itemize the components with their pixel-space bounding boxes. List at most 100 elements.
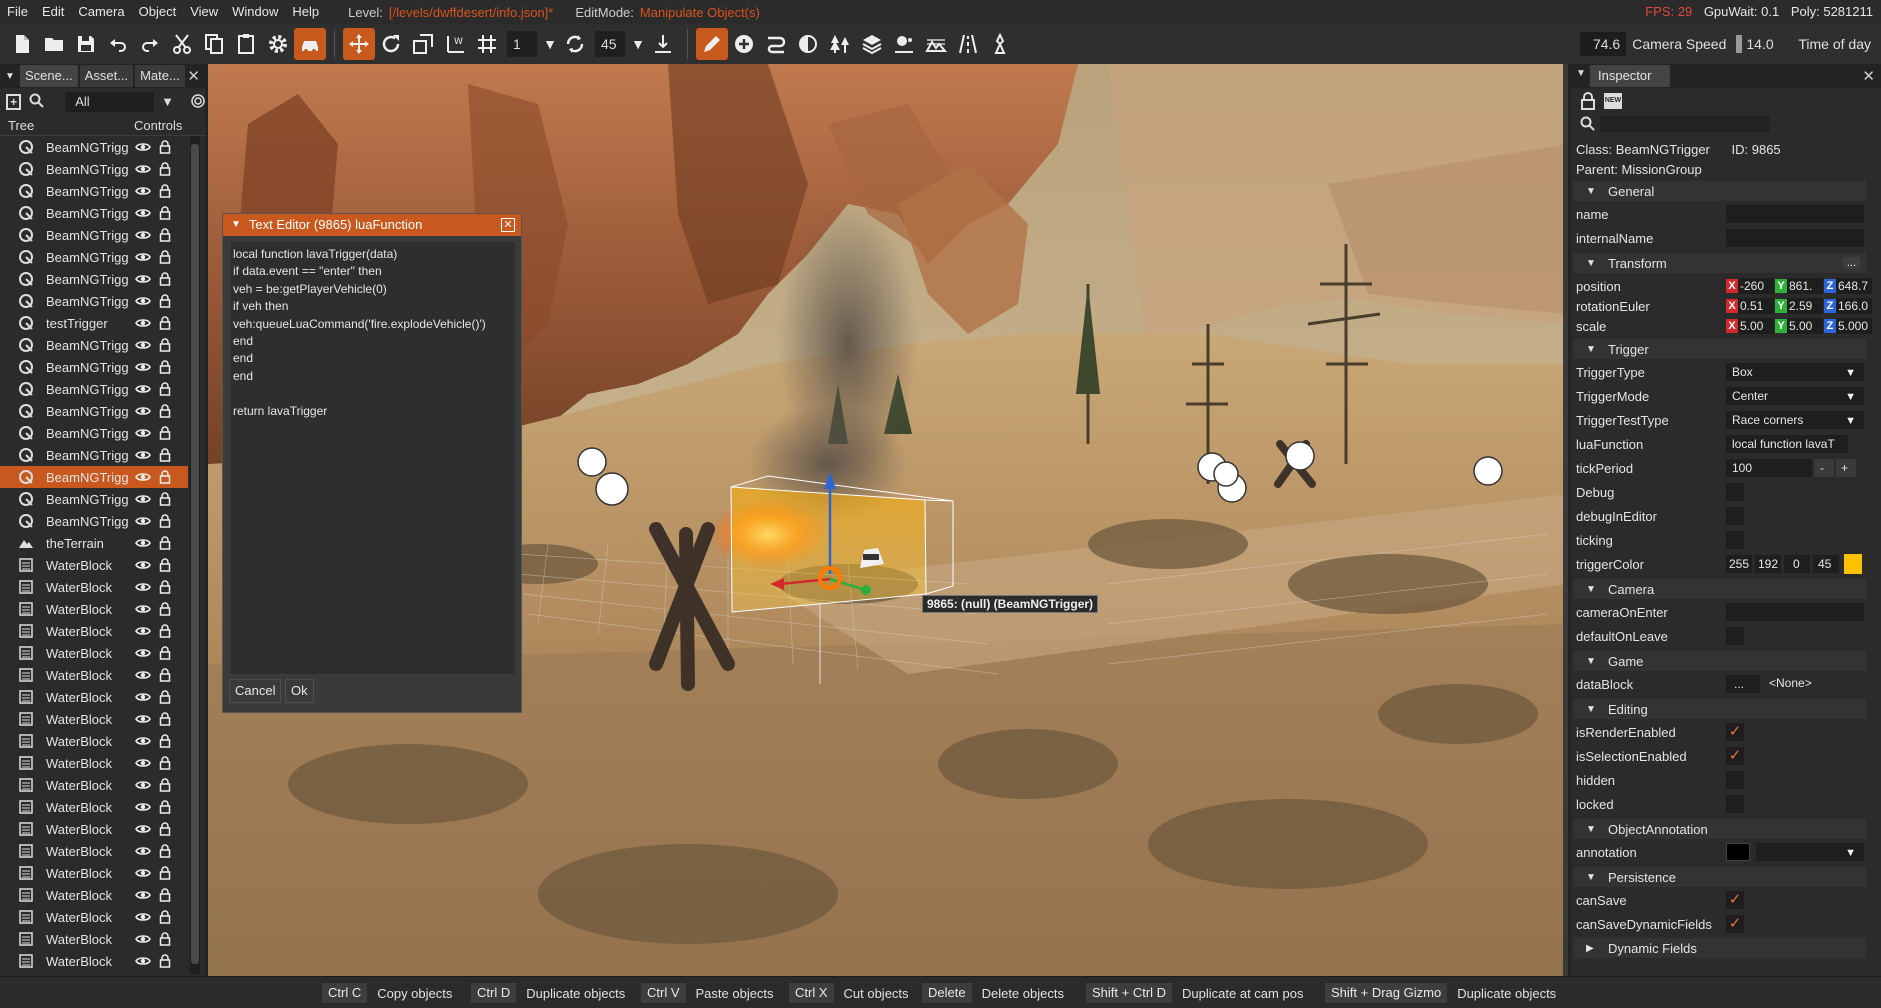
tab-scene[interactable]: Scene... (20, 65, 78, 87)
tree-row[interactable]: BeamNGTrigg (0, 202, 188, 224)
object-select-edit-icon[interactable] (696, 28, 728, 60)
triggermode-select[interactable]: Center ▼ (1726, 387, 1864, 405)
search-icon[interactable] (29, 93, 45, 112)
rotation-x-input[interactable]: 0.51 (1738, 298, 1774, 314)
text-editor-titlebar[interactable]: ▼ Text Editor (9865) luaFunction ✕ (223, 214, 521, 236)
visibility-eye-icon[interactable] (132, 625, 154, 637)
lock-icon[interactable] (154, 602, 176, 616)
tree-row[interactable]: WaterBlock (0, 598, 188, 620)
snap-value-field[interactable]: 1 (507, 31, 537, 57)
add-object-icon[interactable] (728, 28, 760, 60)
panel-collapse-icon[interactable]: ▼ (0, 71, 20, 82)
menu-object[interactable]: Object (132, 0, 184, 24)
save-icon[interactable] (70, 28, 102, 60)
lock-icon[interactable] (154, 140, 176, 154)
menu-help[interactable]: Help (285, 0, 326, 24)
lock-icon[interactable] (154, 888, 176, 902)
tree-row[interactable]: BeamNGTrigg (0, 136, 188, 158)
menu-window[interactable]: Window (225, 0, 285, 24)
tree-row[interactable]: BeamNGTrigg (0, 422, 188, 444)
filter-select[interactable]: All ▼ (65, 92, 174, 112)
internalname-input[interactable] (1726, 229, 1864, 247)
tree-row[interactable]: WaterBlock (0, 818, 188, 840)
cansave-checkbox[interactable]: ✓ (1726, 891, 1744, 909)
lock-icon[interactable] (154, 580, 176, 594)
debugineditor-checkbox[interactable] (1726, 507, 1744, 525)
terrain-editor-icon[interactable] (920, 28, 952, 60)
lock-icon[interactable] (154, 404, 176, 418)
scale-x-input[interactable]: 5.00 (1738, 318, 1774, 334)
scene-tree-scrollbar[interactable] (190, 136, 200, 974)
tab-materials[interactable]: Mate... (135, 65, 185, 87)
visibility-eye-icon[interactable] (132, 185, 154, 197)
ok-button[interactable]: Ok (285, 679, 314, 703)
lock-icon[interactable] (154, 646, 176, 660)
tickperiod-decrement-button[interactable]: - (1814, 459, 1834, 477)
rotate-gizmo-icon[interactable] (375, 28, 407, 60)
visibility-eye-icon[interactable] (132, 911, 154, 923)
visibility-eye-icon[interactable] (132, 449, 154, 461)
scale-y-input[interactable]: 5.00 (1787, 318, 1823, 334)
visibility-eye-icon[interactable] (132, 647, 154, 659)
isrenderenabled-checkbox[interactable]: ✓ (1726, 723, 1744, 741)
color-b-input[interactable]: 0 (1784, 555, 1810, 573)
river-editor-icon[interactable] (984, 28, 1016, 60)
code-textarea[interactable]: local function lavaTrigger(data) if data… (231, 242, 515, 674)
close-icon[interactable]: ✕ (1862, 67, 1875, 85)
position-x-input[interactable]: -260 (1738, 278, 1774, 294)
visibility-eye-icon[interactable] (132, 559, 154, 571)
inspector-search-input[interactable] (1600, 116, 1770, 132)
rotation-y-input[interactable]: 2.59 (1787, 298, 1823, 314)
annotation-color-swatch[interactable] (1726, 843, 1750, 861)
tab-assets[interactable]: Asset... (79, 65, 134, 87)
section-transform[interactable]: ▼ Transform... (1574, 253, 1866, 273)
tree-row[interactable]: BeamNGTrigg (0, 488, 188, 510)
tree-row[interactable]: WaterBlock (0, 708, 188, 730)
lock-icon[interactable] (154, 558, 176, 572)
lock-icon[interactable] (154, 734, 176, 748)
position-z-input[interactable]: 648.7 (1836, 278, 1872, 294)
tree-row[interactable]: WaterBlock (0, 730, 188, 752)
decal-icon[interactable] (888, 28, 920, 60)
road-editor-icon[interactable] (760, 28, 792, 60)
lock-icon[interactable] (154, 866, 176, 880)
lock-icon[interactable] (154, 448, 176, 462)
visibility-eye-icon[interactable] (132, 207, 154, 219)
visibility-eye-icon[interactable] (132, 383, 154, 395)
visibility-eye-icon[interactable] (132, 427, 154, 439)
tree-row[interactable]: BeamNGTrigg (0, 158, 188, 180)
close-icon[interactable]: ✕ (187, 67, 200, 85)
visibility-eye-icon[interactable] (132, 779, 154, 791)
time-of-day-slider[interactable] (1736, 35, 1743, 53)
hidden-checkbox[interactable] (1726, 771, 1744, 789)
menu-camera[interactable]: Camera (71, 0, 131, 24)
visibility-eye-icon[interactable] (132, 713, 154, 725)
scrollbar-thumb[interactable] (191, 144, 199, 964)
lock-icon[interactable] (154, 910, 176, 924)
visibility-eye-icon[interactable] (132, 603, 154, 615)
tree-row[interactable]: WaterBlock (0, 862, 188, 884)
tree-row[interactable]: BeamNGTrigg (0, 224, 188, 246)
lock-icon[interactable] (154, 932, 176, 946)
trigger-color-swatch[interactable] (1844, 554, 1862, 574)
section-camera[interactable]: ▼ Camera (1574, 579, 1866, 599)
position-y-input[interactable]: 861. (1787, 278, 1823, 294)
tree-row[interactable]: WaterBlock (0, 642, 188, 664)
lock-icon[interactable] (154, 492, 176, 506)
lock-icon[interactable] (154, 690, 176, 704)
visibility-eye-icon[interactable] (132, 229, 154, 241)
rotation-snap-icon[interactable] (559, 28, 591, 60)
tree-row[interactable]: BeamNGTrigg (0, 268, 188, 290)
visibility-eye-icon[interactable] (132, 845, 154, 857)
close-icon[interactable]: ✕ (501, 218, 515, 232)
tree-row[interactable]: WaterBlock (0, 664, 188, 686)
collapse-triangle-icon[interactable]: ▼ (231, 214, 241, 236)
tickperiod-input[interactable]: 100 (1726, 459, 1812, 477)
locked-checkbox[interactable] (1726, 795, 1744, 813)
lock-icon[interactable] (154, 426, 176, 440)
lock-icon[interactable] (154, 360, 176, 374)
lock-icon[interactable] (154, 756, 176, 770)
visibility-eye-icon[interactable] (132, 295, 154, 307)
lock-icon[interactable] (154, 514, 176, 528)
tree-row[interactable]: WaterBlock (0, 752, 188, 774)
